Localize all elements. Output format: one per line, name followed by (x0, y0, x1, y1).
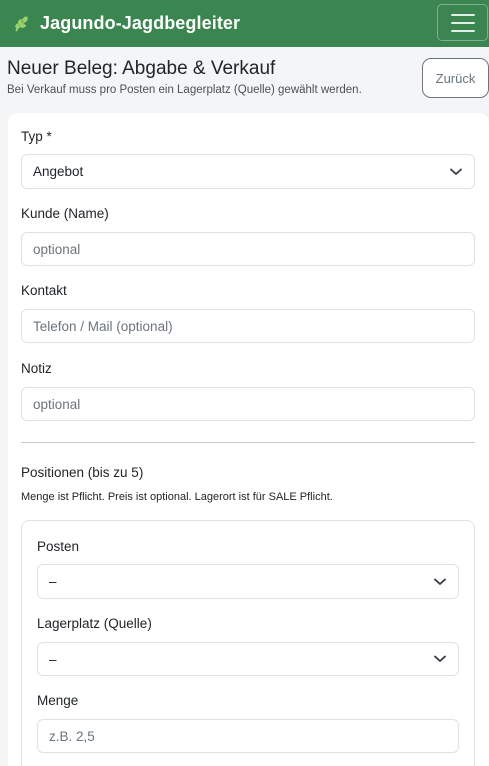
brand[interactable]: Jagundo-Jagdbegleiter (12, 13, 240, 34)
lagerplatz-label: Lagerplatz (Quelle) (37, 616, 152, 631)
typ-label: Typ * (21, 129, 52, 144)
kunde-input[interactable]: optional (21, 232, 475, 266)
chevron-down-icon (434, 578, 446, 585)
kunde-label: Kunde (Name) (21, 206, 109, 221)
lagerplatz-select-value: – (49, 651, 57, 667)
typ-select[interactable]: Angebot (21, 154, 475, 189)
page-title: Neuer Beleg: Abgabe & Verkauf (7, 58, 276, 79)
positionen-hint: Menge ist Pflicht. Preis ist optional. L… (21, 491, 333, 503)
positionen-title: Positionen (bis zu 5) (21, 465, 144, 480)
hamburger-menu-icon (450, 13, 475, 16)
hamburger-menu-button[interactable] (437, 4, 488, 41)
posten-select[interactable]: – (37, 564, 459, 599)
leaf-icon (15, 16, 28, 31)
typ-select-value: Angebot (33, 164, 84, 179)
menge-input[interactable]: z.B. 2,5 (37, 719, 459, 753)
divider (21, 442, 475, 443)
chevron-down-icon (434, 655, 446, 662)
back-button[interactable]: Zurück (422, 58, 489, 98)
lagerplatz-select[interactable]: – (37, 642, 459, 676)
page-subtitle: Bei Verkauf muss pro Posten ein Lagerpla… (7, 84, 362, 96)
posten-label: Posten (37, 539, 80, 554)
kontakt-input[interactable]: Telefon / Mail (optional) (21, 309, 475, 343)
kontakt-label: Kontakt (21, 283, 67, 298)
posten-select-value: – (49, 574, 57, 589)
chevron-down-icon (450, 168, 462, 175)
menge-label: Menge (37, 693, 79, 708)
notiz-input[interactable]: optional (21, 387, 475, 421)
notiz-label: Notiz (21, 361, 52, 376)
brand-name: Jagundo-Jagdbegleiter (40, 13, 241, 33)
top-navbar: Jagundo-Jagdbegleiter (0, 0, 489, 47)
